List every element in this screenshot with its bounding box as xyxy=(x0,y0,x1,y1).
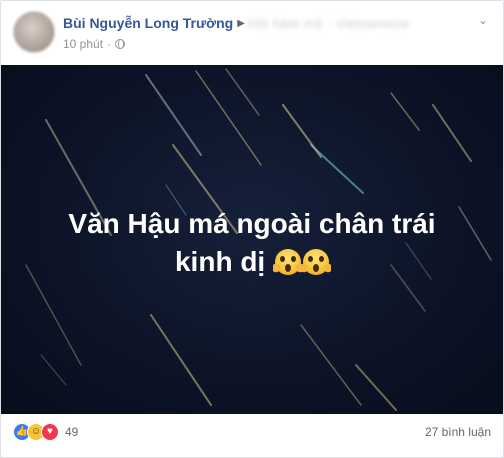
post-menu-chevron-down-icon[interactable]: ⌄ xyxy=(475,13,491,27)
scream-emoji-icon xyxy=(301,249,331,275)
image-caption-text: kinh dị xyxy=(174,246,266,277)
post-card: Bùi Nguyễn Long Trường ▶ Hội hâm mộ - Vi… xyxy=(0,0,504,458)
post-time[interactable]: 10 phút xyxy=(63,37,103,51)
image-caption-line-1: Văn Hậu má ngoài chân trái xyxy=(68,208,436,239)
post-footer: 👍 ☺ ♥ 49 27 bình luận xyxy=(13,421,491,445)
love-icon: ♥ xyxy=(41,423,59,441)
image-caption-line-2: kinh dị xyxy=(1,243,503,281)
reaction-count[interactable]: 49 xyxy=(65,425,78,439)
reaction-summary[interactable]: 👍 ☺ ♥ 49 xyxy=(13,423,78,441)
group-name[interactable]: Hội hâm mộ - Vietnamese xyxy=(248,16,410,31)
post-header: Bùi Nguyễn Long Trường ▶ Hội hâm mộ - Vi… xyxy=(13,11,491,57)
post-meta: 10 phút · xyxy=(63,37,126,51)
author-avatar[interactable] xyxy=(13,11,55,53)
triangle-right-icon: ▶ xyxy=(237,17,245,29)
separator-dot: · xyxy=(107,37,112,51)
comment-count-link[interactable]: 27 bình luận xyxy=(425,425,491,439)
author-row: Bùi Nguyễn Long Trường ▶ Hội hâm mộ - Vi… xyxy=(63,15,409,31)
post-image[interactable]: Văn Hậu má ngoài chân trái kinh dị xyxy=(1,65,503,414)
globe-icon[interactable] xyxy=(115,39,126,49)
scream-emoji-icon xyxy=(273,249,303,275)
author-name[interactable]: Bùi Nguyễn Long Trường xyxy=(63,15,233,31)
